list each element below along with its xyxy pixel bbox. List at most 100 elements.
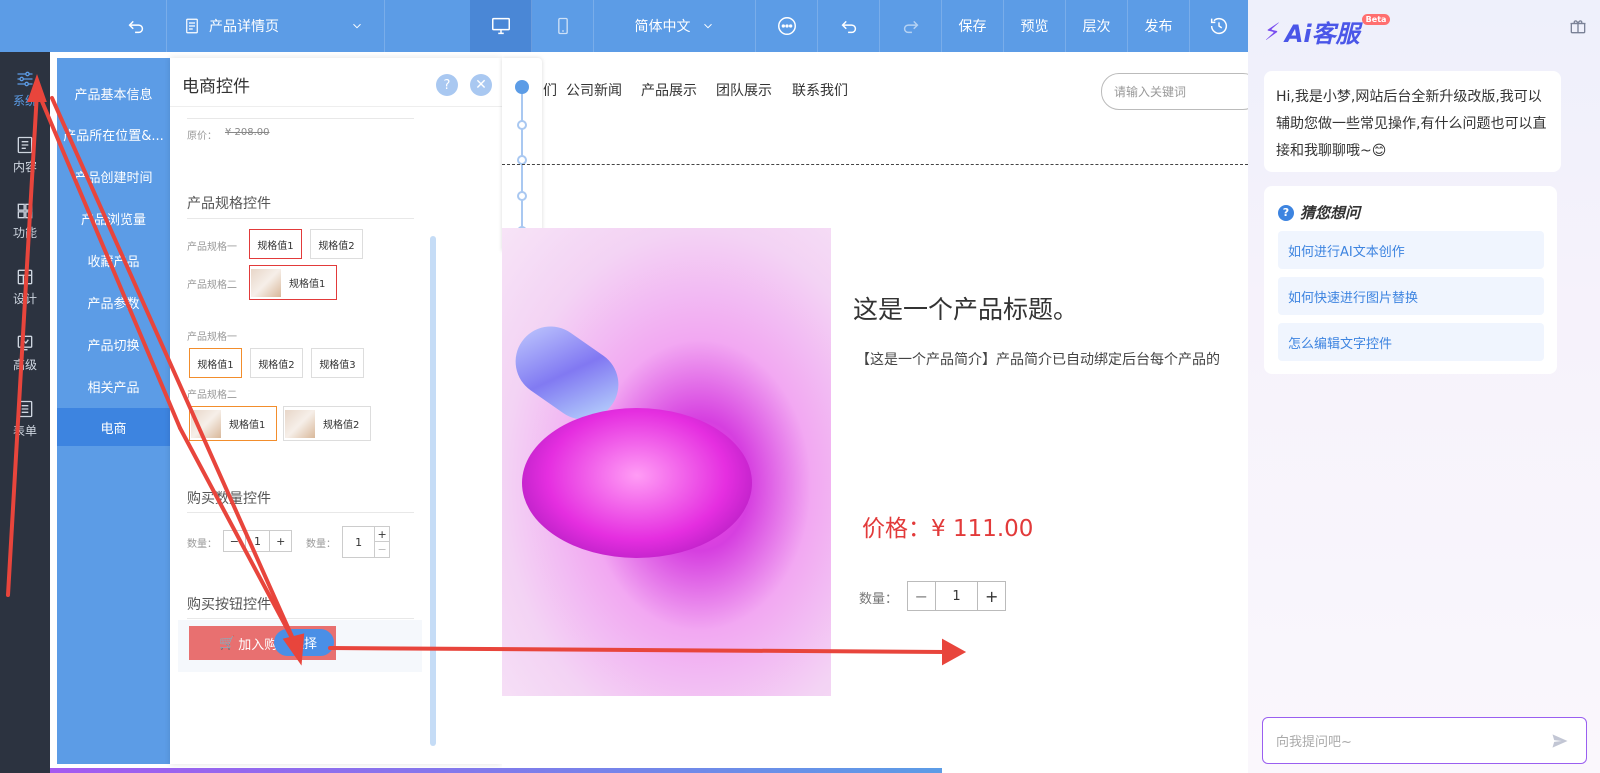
qty-stepper-vertical[interactable]: 1 + −	[342, 526, 390, 558]
more-button[interactable]	[756, 0, 818, 52]
add-to-cart-label: 加入购	[238, 637, 278, 653]
publish-button[interactable]: 发布	[1128, 0, 1190, 52]
qty-stepper[interactable]: − 1 +	[223, 530, 292, 552]
spec-image-chip[interactable]: 规格值1	[249, 265, 337, 300]
spec-chip[interactable]: 规格值1	[189, 348, 242, 378]
qty-label: 数量：	[306, 539, 336, 550]
spec-chip[interactable]: 规格值2	[310, 229, 363, 259]
submenu-item[interactable]: 收藏产品	[57, 240, 170, 280]
original-price: ¥ 208.00	[225, 127, 270, 138]
nav-item-form[interactable]: 表单	[0, 386, 50, 452]
submenu-item[interactable]: 相关产品	[57, 366, 170, 406]
spec-chip[interactable]: 规格值2	[250, 348, 303, 378]
redo-icon	[903, 20, 918, 34]
spec-chip[interactable]: 规格值3	[311, 348, 364, 378]
history-button[interactable]	[1190, 0, 1248, 52]
spec-image-chip[interactable]: 规格值1	[189, 406, 277, 441]
timeline-dot[interactable]	[517, 191, 527, 201]
site-nav-link[interactable]: 产品展示	[641, 80, 697, 100]
language-select[interactable]: 简体中文	[594, 0, 756, 52]
suggested-question[interactable]: 怎么编辑文字控件	[1278, 323, 1544, 361]
redo-button[interactable]	[880, 0, 942, 52]
submenu-item[interactable]: 产品创建时间	[57, 156, 170, 196]
close-icon[interactable]: ✕	[470, 74, 492, 96]
site-nav-link[interactable]: 公司新闻	[566, 80, 622, 100]
nav-item-advanced[interactable]: 高级	[0, 320, 50, 386]
site-nav-link[interactable]: 联系我们	[792, 80, 848, 100]
chart-icon	[17, 335, 33, 351]
language-label: 简体中文	[634, 19, 691, 35]
spec-chip-label: 规格值1	[229, 420, 266, 431]
dashed-divider	[502, 164, 1248, 165]
site-nav-link[interactable]: 团队展示	[716, 80, 772, 100]
qty-value[interactable]: 1	[343, 527, 374, 557]
nav-item-label: 设计	[12, 292, 37, 306]
suggest-card: ? 猜您想问 如何进行AI文本创作 如何快速进行图片替换 怎么编辑文字控件	[1264, 186, 1557, 374]
page-select[interactable]: 产品详情页	[167, 0, 385, 52]
product-thumbnail	[191, 409, 221, 438]
panel-scrollbar[interactable]	[430, 236, 436, 746]
submenu-item[interactable]: 产品基本信息	[57, 73, 170, 113]
submenu-item[interactable]: 产品浏览量	[57, 198, 170, 238]
undo-icon	[841, 20, 856, 34]
spec-chip[interactable]: 规格值1	[249, 229, 302, 259]
guess-header: ? 猜您想问	[1278, 202, 1360, 223]
timeline-dot[interactable]	[517, 120, 527, 130]
mobile-icon	[557, 17, 568, 35]
nav-item-label: 系统	[12, 94, 37, 108]
nav-item-content[interactable]: 内容	[0, 122, 50, 188]
qty-value[interactable]: 1	[246, 531, 270, 551]
suggested-question[interactable]: 如何快速进行图片替换	[1278, 277, 1544, 315]
plus-icon[interactable]: +	[977, 582, 1005, 610]
desktop-view-button[interactable]	[470, 0, 532, 52]
product-image[interactable]	[501, 228, 831, 696]
preview-button[interactable]: 预览	[1004, 0, 1066, 52]
grid-icon	[17, 203, 33, 219]
product-price: 价格：¥ 111.00	[862, 516, 1034, 542]
submenu-item[interactable]: 产品参数	[57, 282, 170, 322]
minus-icon[interactable]: −	[908, 582, 936, 610]
canvas-qty-value[interactable]: 1	[936, 582, 978, 610]
submenu-item-ecommerce[interactable]: 电商	[57, 408, 170, 446]
select-badge[interactable]: 选择	[274, 629, 334, 656]
more-icon	[777, 17, 796, 35]
suggested-question[interactable]: 如何进行AI文本创作	[1278, 231, 1544, 269]
site-nav-link[interactable]: 们	[543, 80, 557, 100]
minus-icon[interactable]: −	[375, 542, 389, 557]
nav-item-system[interactable]: 系统	[0, 56, 50, 122]
nav-item-function[interactable]: 功能	[0, 188, 50, 254]
canvas-qty-stepper[interactable]: − 1 +	[907, 581, 1006, 611]
spec2-label: 产品规格二	[187, 390, 237, 401]
timeline-dot-active[interactable]	[515, 80, 529, 94]
back-button[interactable]	[105, 0, 167, 52]
layer-timeline	[502, 58, 542, 251]
undo-arrow-icon	[128, 20, 143, 34]
mobile-view-button[interactable]	[532, 0, 594, 52]
product-intro: 【这是一个产品简介】产品简介已自动绑定后台每个产品的	[856, 352, 1220, 368]
undo-button[interactable]	[818, 0, 880, 52]
submenu-item[interactable]: 产品切换	[57, 324, 170, 364]
gift-icon[interactable]	[1568, 16, 1588, 40]
page-select-label: 产品详情页	[209, 19, 279, 35]
minus-icon[interactable]: −	[224, 531, 246, 551]
plus-icon[interactable]: +	[269, 531, 291, 551]
guess-title: 猜您想问	[1300, 204, 1361, 222]
magic-wand-icon: ⚡	[1264, 17, 1281, 46]
sliders-icon	[17, 71, 33, 87]
qty-section-title: 购买数量控件	[187, 491, 271, 507]
cart-icon: 🛒	[219, 635, 236, 651]
nav-item-design[interactable]: 设计	[0, 254, 50, 320]
spec-image-chip[interactable]: 规格值2	[283, 406, 371, 441]
nav-item-label: 功能	[12, 226, 37, 240]
site-search-input[interactable]: 请输入关键词	[1101, 73, 1261, 110]
nav-item-label: 内容	[12, 160, 37, 174]
layers-button[interactable]: 层次	[1066, 0, 1128, 52]
question-icon: ?	[1278, 204, 1294, 221]
help-icon[interactable]: ?	[436, 74, 458, 96]
save-button[interactable]: 保存	[942, 0, 1004, 52]
submenu-item[interactable]: 产品所在位置&...	[57, 114, 170, 154]
plus-icon[interactable]: +	[375, 527, 389, 542]
send-icon[interactable]	[1550, 731, 1570, 755]
ai-question-input[interactable]: 向我提问吧~	[1262, 717, 1587, 764]
history-icon	[1210, 18, 1228, 35]
